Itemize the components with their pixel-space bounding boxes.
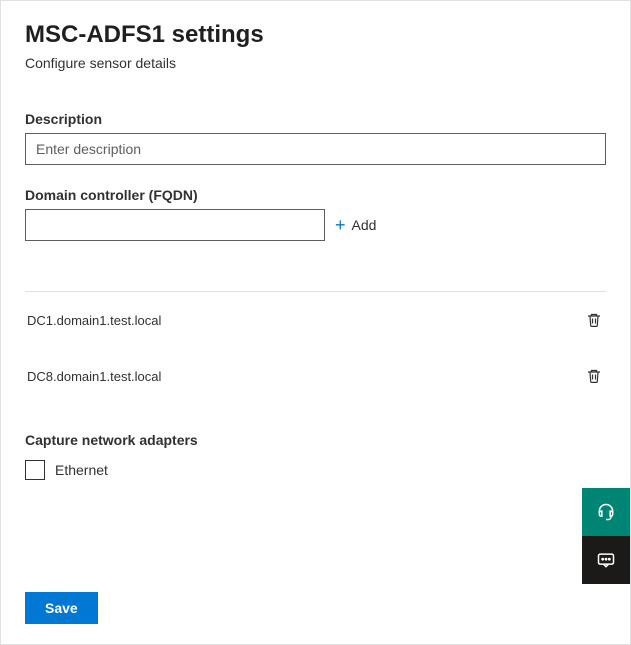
page-title: MSC-ADFS1 settings <box>25 21 606 49</box>
chat-icon <box>596 550 616 570</box>
dc-name: DC8.domain1.test.local <box>27 369 161 384</box>
delete-button[interactable] <box>584 366 604 386</box>
plus-icon: + <box>335 216 346 234</box>
ethernet-label: Ethernet <box>55 462 108 478</box>
headset-icon <box>596 502 616 522</box>
trash-icon <box>586 368 602 384</box>
fqdn-label: Domain controller (FQDN) <box>25 187 606 203</box>
save-button[interactable]: Save <box>25 592 98 624</box>
ethernet-checkbox[interactable] <box>25 460 45 480</box>
trash-icon <box>586 312 602 328</box>
adapters-label: Capture network adapters <box>25 432 606 448</box>
description-label: Description <box>25 111 606 127</box>
list-item: DC1.domain1.test.local <box>25 292 606 348</box>
add-label: Add <box>352 217 377 233</box>
description-input[interactable] <box>25 133 606 165</box>
dc-list: DC1.domain1.test.local DC8.domain1.test.… <box>25 292 606 404</box>
support-button[interactable] <box>582 488 630 536</box>
add-button[interactable]: + Add <box>335 216 376 234</box>
fqdn-input[interactable] <box>25 209 325 241</box>
page-subtitle: Configure sensor details <box>25 55 606 71</box>
feedback-button[interactable] <box>582 536 630 584</box>
delete-button[interactable] <box>584 310 604 330</box>
list-item: DC8.domain1.test.local <box>25 348 606 404</box>
dc-name: DC1.domain1.test.local <box>27 313 161 328</box>
